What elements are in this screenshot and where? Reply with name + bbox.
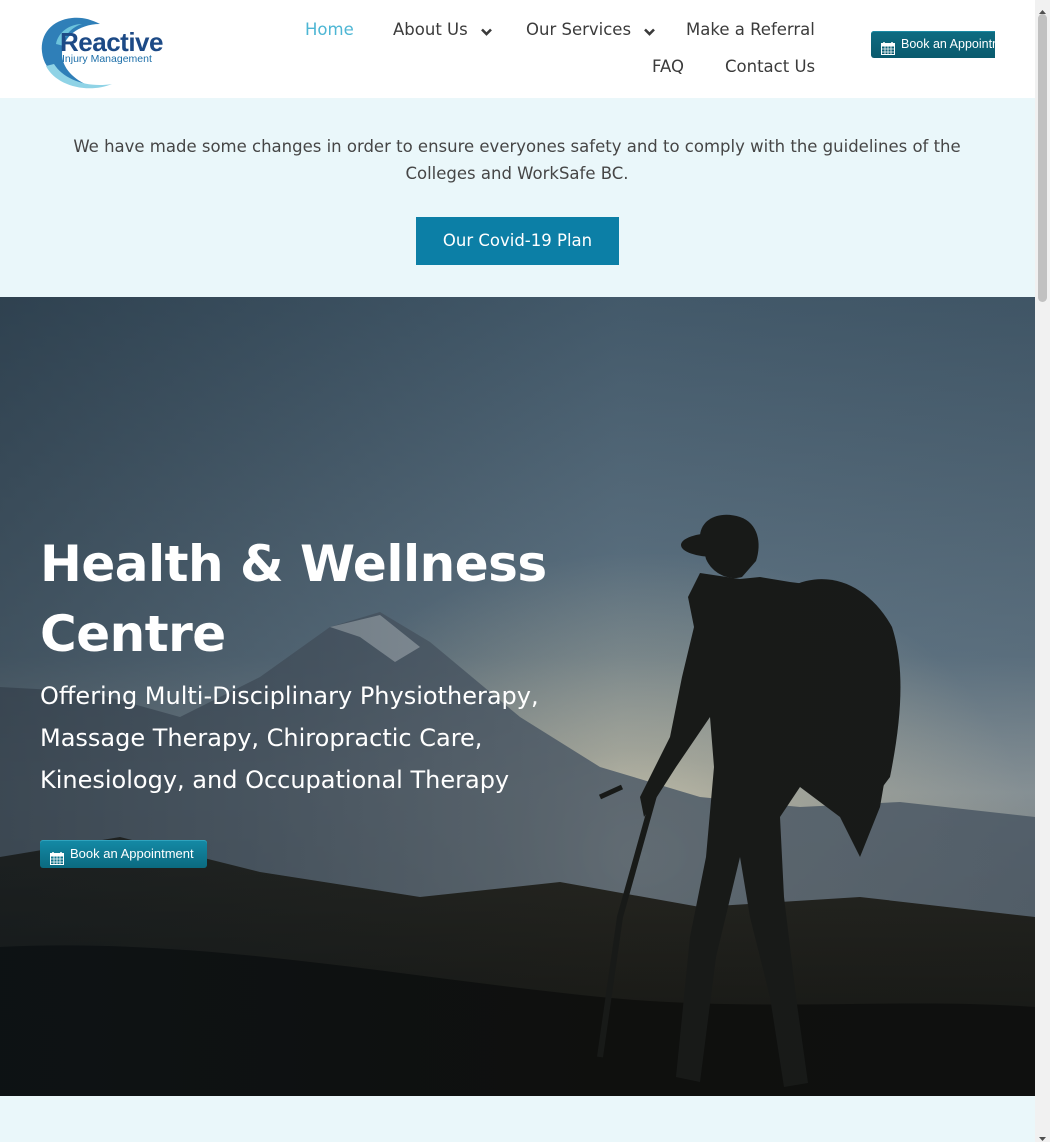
scrollbar-thumb[interactable] (1038, 14, 1047, 302)
scroll-up-arrow-icon[interactable] (1038, 2, 1047, 14)
hero-book-appointment-label: Book an Appointment (70, 846, 194, 861)
logo-tagline: Injury Management (62, 53, 152, 65)
hero-banner: Health & Wellness Centre Offering Multi-… (0, 297, 1035, 1096)
covid-notice-text: We have made some changes in order to en… (73, 137, 961, 183)
calendar-icon (50, 847, 64, 875)
hero-title: Health & Wellness Centre (40, 535, 547, 663)
nav-faq[interactable]: FAQ (652, 53, 684, 81)
nav-about-us-label: About Us (393, 20, 468, 39)
page: Reactive Injury Management Home About Us… (0, 0, 1035, 1142)
covid-notice: We have made some changes in order to en… (0, 98, 1035, 297)
nav-our-services[interactable]: Our Services (526, 16, 656, 45)
hero-subtitle: Offering Multi-Disciplinary Physiotherap… (40, 682, 539, 794)
nav-home[interactable]: Home (305, 16, 354, 44)
header-book-appointment-label: Book an Appointment (901, 37, 995, 51)
hero-book-appointment-button[interactable]: Book an Appointment (40, 840, 207, 868)
nav-our-services-label: Our Services (526, 20, 632, 39)
logo-wordmark: Reactive (60, 27, 163, 57)
site-logo[interactable]: Reactive Injury Management (38, 14, 164, 90)
calendar-icon (881, 38, 895, 58)
nav-contact-us[interactable]: Contact Us (725, 53, 815, 81)
covid-plan-button[interactable]: Our Covid-19 Plan (416, 217, 619, 265)
next-section (0, 1096, 1035, 1142)
site-header: Reactive Injury Management Home About Us… (0, 0, 1035, 99)
scroll-down-arrow-icon[interactable] (1038, 1129, 1047, 1141)
chevron-down-icon (481, 17, 492, 45)
vertical-scrollbar[interactable] (1035, 0, 1050, 1142)
nav-make-a-referral[interactable]: Make a Referral (686, 16, 815, 44)
chevron-down-icon (644, 17, 656, 45)
header-book-appointment-button[interactable]: Book an Appointment (871, 31, 995, 58)
nav-about-us[interactable]: About Us (393, 16, 492, 45)
